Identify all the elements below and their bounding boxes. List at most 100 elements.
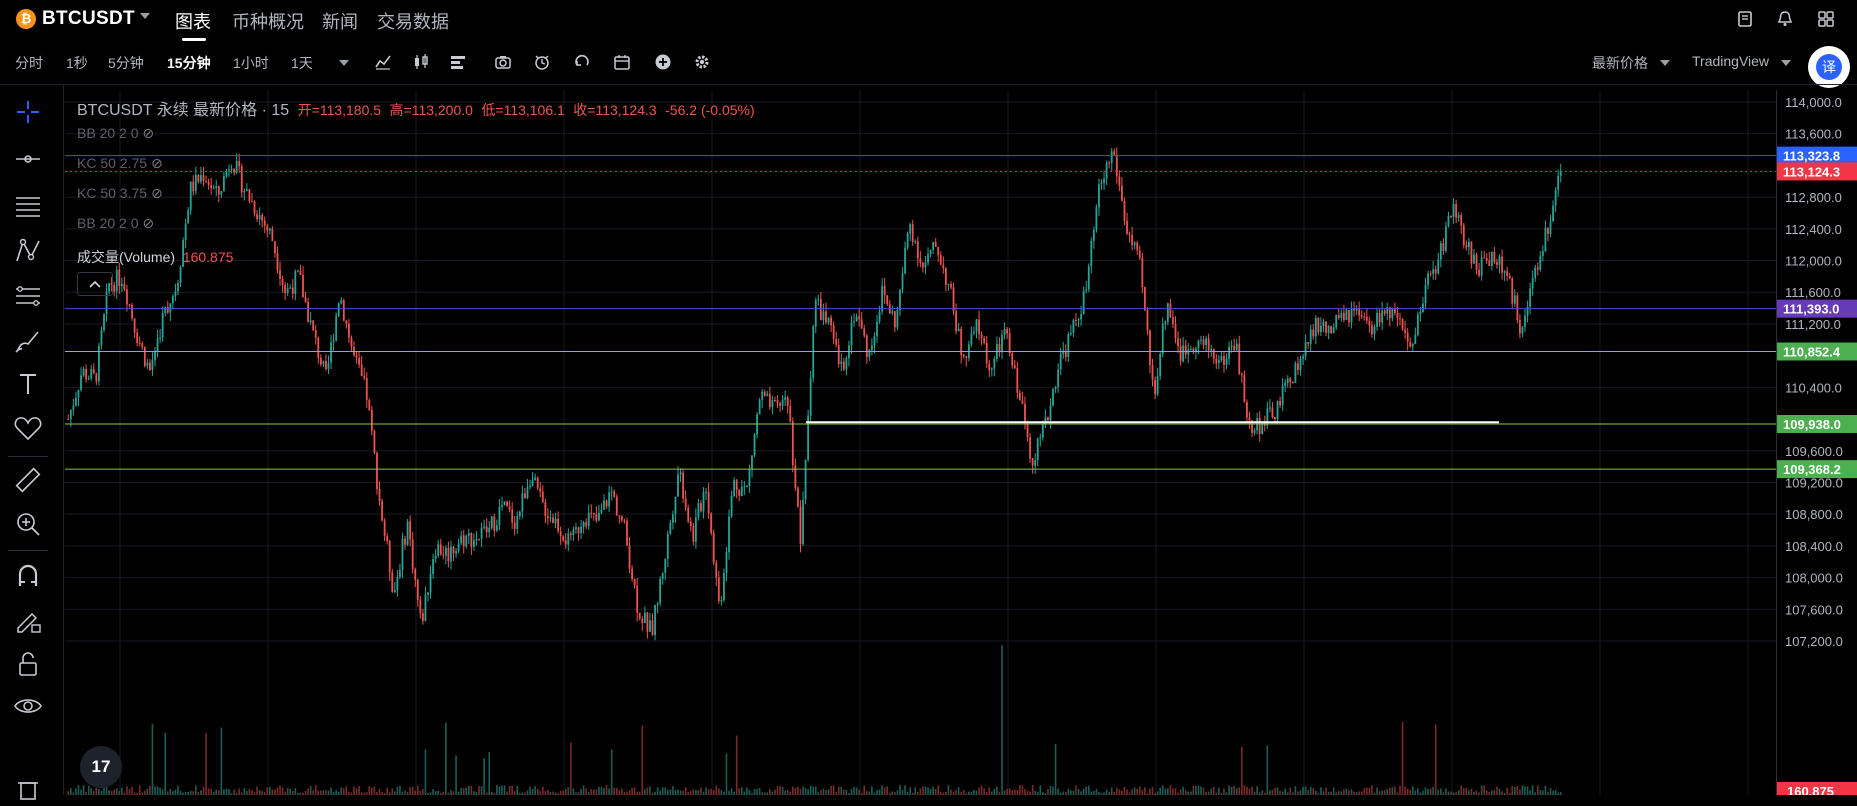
ruler-icon[interactable] (12, 464, 44, 496)
volume-bar (695, 790, 697, 795)
volume-bar (1315, 790, 1317, 795)
volume-bar (968, 791, 970, 795)
price-type-chevron-icon[interactable] (1660, 60, 1670, 66)
lock-pencil-icon[interactable] (12, 604, 44, 636)
volume-bar (1207, 791, 1210, 795)
indicator-bb-1[interactable]: BB 20 2 0 ⊘ (77, 125, 154, 142)
candle-body (1531, 277, 1534, 289)
volume-bar (1539, 789, 1542, 795)
templates-icon[interactable] (449, 53, 467, 71)
candle-body (531, 480, 534, 486)
settings-gear-icon[interactable] (693, 53, 711, 71)
price-tick-label: 113,600.0 (1785, 127, 1842, 142)
candle-body (1141, 257, 1144, 287)
interval-1s[interactable]: 1秒 (66, 53, 88, 73)
volume-bar (506, 791, 508, 795)
interval-15m[interactable]: 15分钟 (167, 53, 211, 73)
brush-icon[interactable] (12, 324, 44, 356)
volume-bar (1391, 787, 1394, 795)
tradingview-logo[interactable]: 17 (80, 746, 122, 788)
candle-style-icon[interactable] (412, 53, 430, 71)
price-chart[interactable] (65, 90, 1777, 795)
view-mode-select[interactable]: TradingView (1692, 53, 1769, 69)
pattern-icon[interactable] (12, 235, 44, 267)
volume-bar (246, 791, 248, 795)
candle-body (1006, 329, 1009, 334)
alert-bell-icon[interactable] (1776, 10, 1794, 28)
candle-body (860, 319, 863, 329)
eye-slash-icon[interactable]: ⊘ (142, 215, 154, 231)
candle-body (863, 328, 866, 336)
volume-bar (274, 789, 276, 795)
add-icon[interactable] (654, 53, 672, 71)
volume-bar (1394, 786, 1396, 795)
candle-body (1131, 235, 1134, 246)
trash-icon[interactable] (12, 774, 44, 806)
symbol-selector[interactable]: BTCUSDT (42, 8, 135, 30)
trend-line-icon[interactable] (12, 143, 44, 175)
interval-realtime[interactable]: 分时 (15, 53, 43, 73)
interval-1h[interactable]: 1小时 (233, 53, 269, 73)
interval-5m[interactable]: 5分钟 (108, 53, 144, 73)
unlock-icon[interactable] (12, 648, 44, 680)
candle-body (1215, 358, 1218, 364)
volume-bar (937, 785, 940, 795)
interval-dropdown-icon[interactable] (339, 60, 349, 66)
volume-bar (983, 788, 985, 795)
tab-trading-data[interactable]: 交易数据 (377, 8, 449, 34)
volume-bar (325, 790, 327, 795)
volume-bar (901, 789, 904, 795)
tab-news[interactable]: 新闻 (322, 8, 358, 34)
candle-body (248, 189, 251, 202)
collapse-legend-button[interactable] (77, 272, 113, 296)
heart-icon[interactable] (12, 412, 44, 444)
indicators-icon[interactable] (374, 53, 392, 71)
horizontal-lines-icon[interactable] (12, 190, 44, 222)
candle-body (1422, 303, 1424, 313)
tab-coin-overview[interactable]: 币种概况 (232, 8, 304, 34)
volume-bar (858, 789, 860, 795)
eye-slash-icon[interactable]: ⊘ (142, 125, 154, 141)
chevron-down-icon[interactable] (140, 13, 150, 19)
candle-body (569, 533, 572, 535)
price-type-select[interactable]: 最新价格 (1592, 53, 1648, 73)
candle-body (378, 488, 381, 502)
volume-bar (394, 791, 396, 795)
candle-body (1233, 345, 1236, 351)
indicator-bb-2[interactable]: BB 20 2 0 ⊘ (77, 215, 154, 232)
eye-slash-icon[interactable]: ⊘ (151, 185, 163, 201)
interval-1d[interactable]: 1天 (291, 53, 313, 73)
tab-chart[interactable]: 图表 (175, 8, 211, 34)
candle-body (988, 363, 991, 370)
eye-slash-icon[interactable]: ⊘ (151, 155, 163, 171)
view-mode-chevron-icon[interactable] (1781, 60, 1791, 66)
magnet-icon[interactable] (12, 560, 44, 592)
volume-bar (284, 791, 286, 795)
camera-icon[interactable] (494, 53, 512, 71)
text-tool-icon[interactable] (12, 368, 44, 400)
candle-body (929, 249, 932, 255)
volume-bar (210, 788, 212, 795)
candle-body (914, 241, 917, 243)
candle-body (67, 419, 70, 421)
candle-body (1483, 257, 1486, 259)
notes-icon[interactable] (1736, 10, 1754, 28)
candle-body (1457, 215, 1460, 218)
candle-body (1419, 312, 1422, 315)
alarm-clock-icon[interactable] (533, 53, 551, 71)
candle-body (674, 496, 677, 515)
candle-body (1161, 323, 1164, 354)
price-axis[interactable]: 114,000.0 113,600.0 112,800.0 112,400.0 112,… (1776, 90, 1857, 795)
eye-icon[interactable] (12, 690, 44, 722)
indicator-kc-1[interactable]: KC 50 2.75 ⊘ (77, 155, 163, 172)
zoom-in-icon[interactable] (12, 508, 44, 540)
indicator-kc-2[interactable]: KC 50 3.75 ⊘ (77, 185, 163, 202)
crosshair-icon[interactable] (12, 96, 44, 128)
replay-icon[interactable] (573, 53, 591, 71)
calendar-icon[interactable] (613, 53, 631, 71)
translate-button[interactable]: 译 (1808, 46, 1850, 88)
fib-icon[interactable] (12, 280, 44, 312)
candle-body (876, 321, 878, 337)
layout-grid-icon[interactable] (1817, 10, 1835, 28)
candle-body (1113, 151, 1116, 155)
